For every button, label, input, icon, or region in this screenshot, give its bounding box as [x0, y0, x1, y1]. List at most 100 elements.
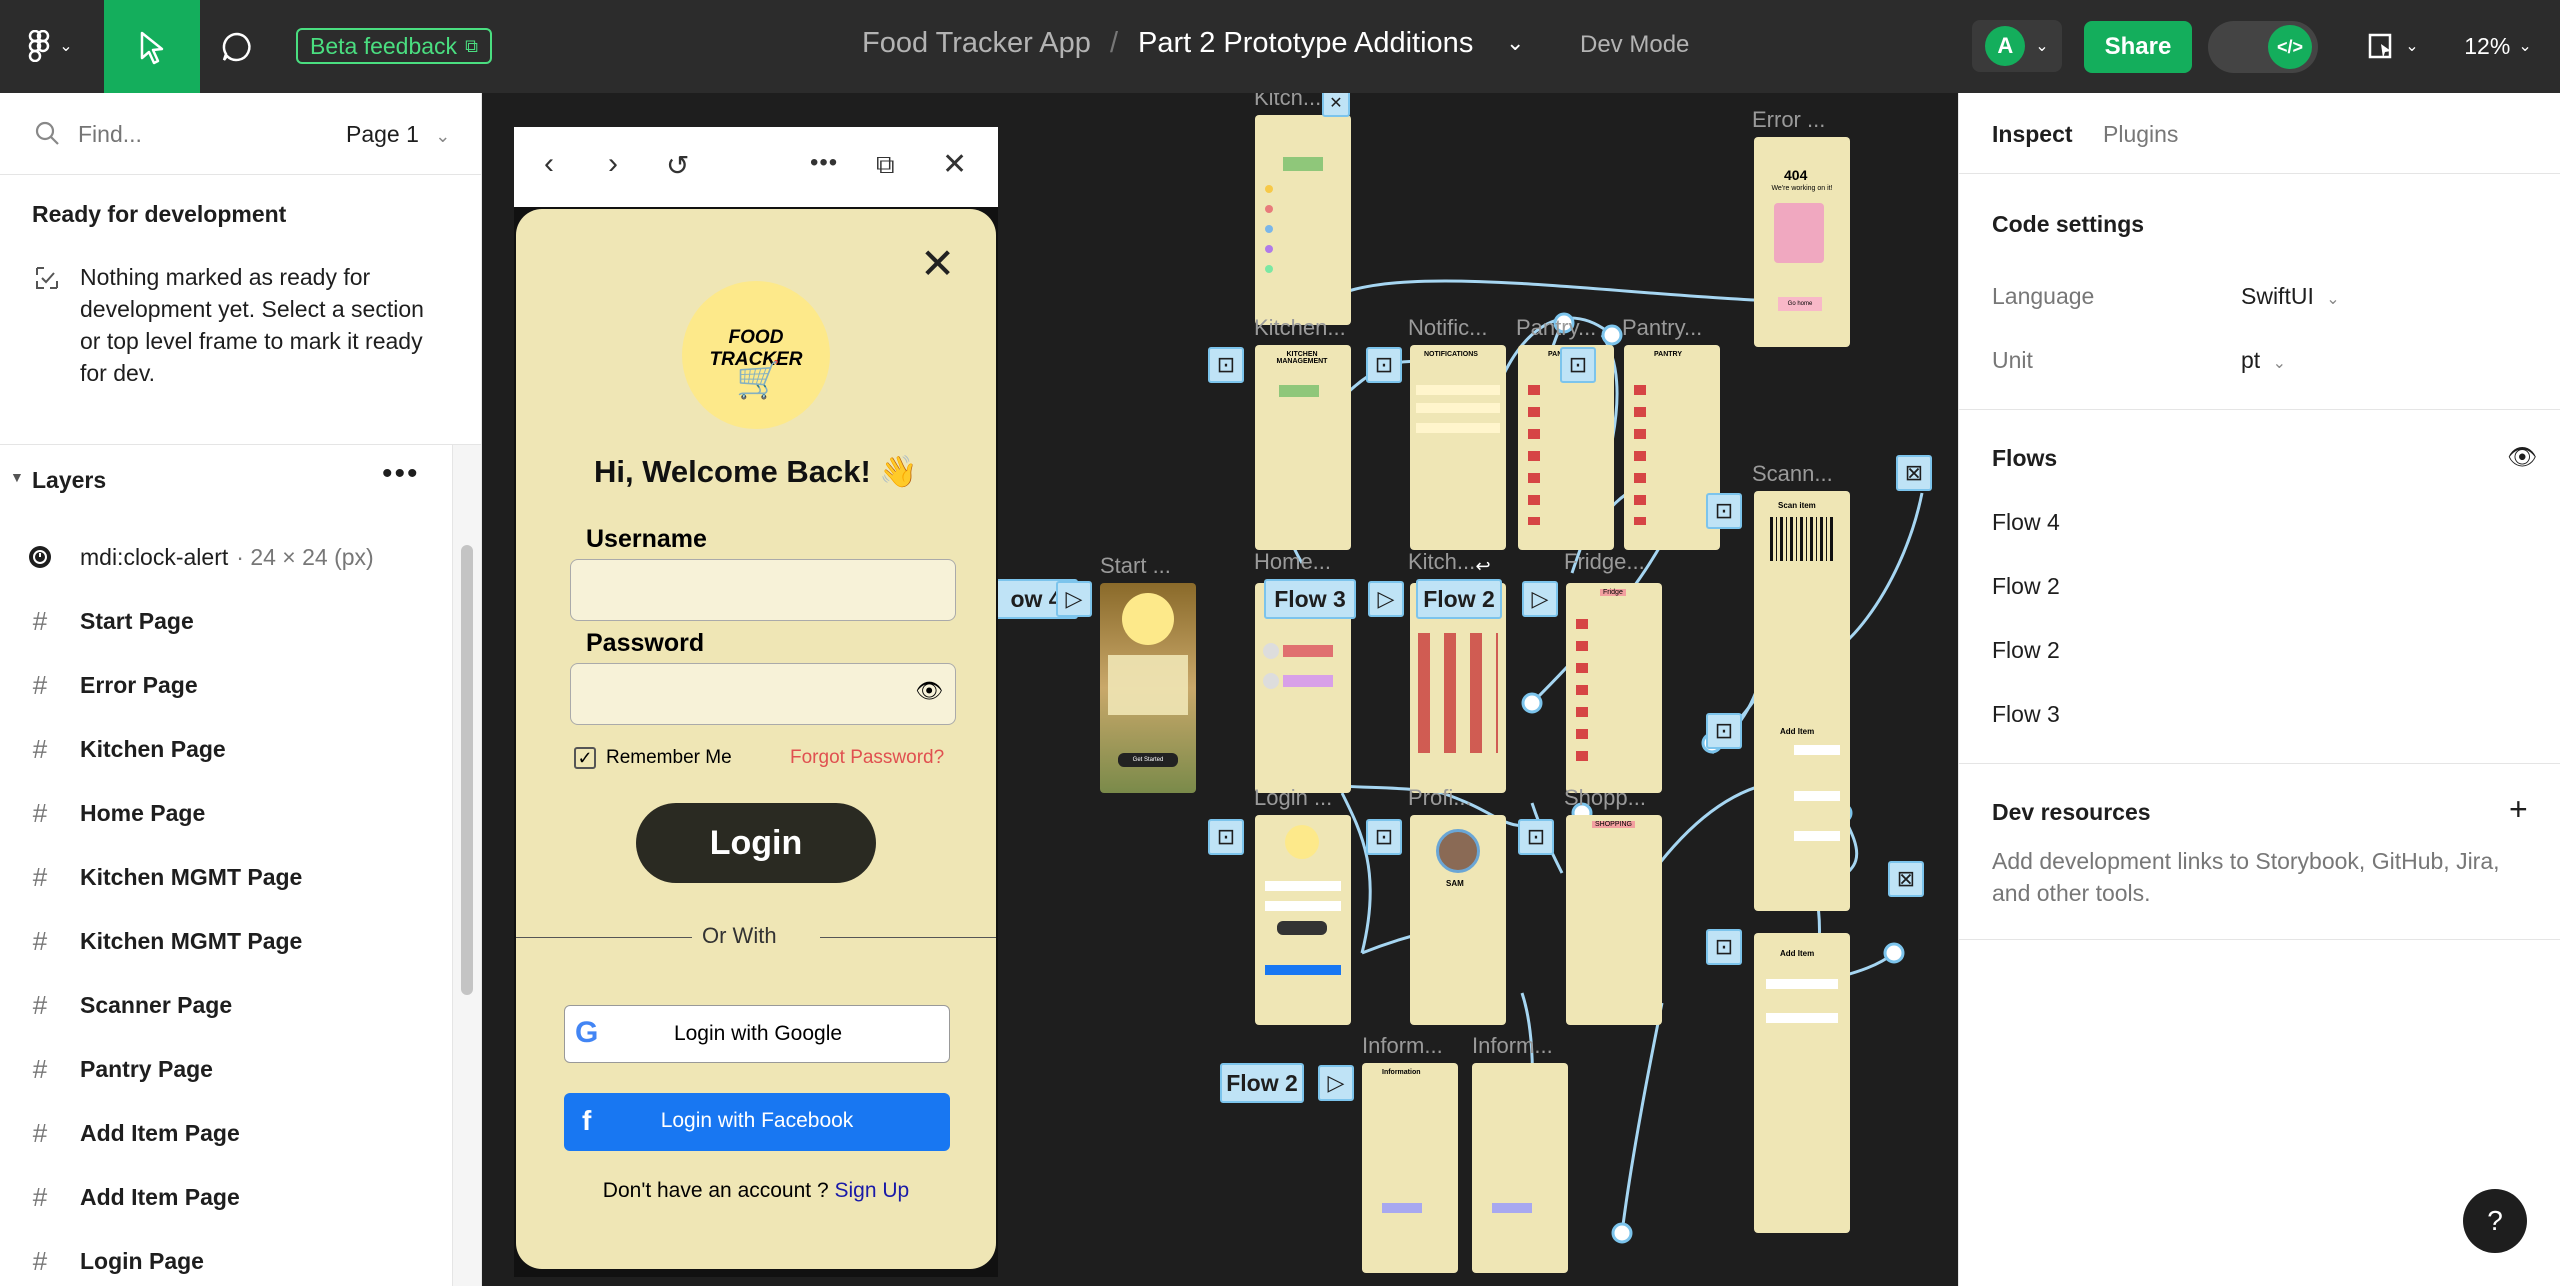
figma-menu-button[interactable]: ⌄ [20, 26, 80, 66]
frame-notifications-page[interactable]: NOTIFICATIONS [1410, 345, 1506, 550]
collapse-caret-icon[interactable]: ▼ [10, 469, 24, 485]
flow-play-icon[interactable]: ▷ [1318, 1065, 1354, 1101]
overlay-link-icon[interactable]: ⊡ [1208, 347, 1244, 383]
present-button[interactable]: ⌄ [2358, 26, 2428, 66]
frame-profile-page[interactable]: SAM [1410, 815, 1506, 1025]
forgot-password-link[interactable]: Forgot Password? [790, 747, 944, 769]
more-options-icon[interactable]: ••• [810, 149, 838, 177]
frame-start-page[interactable]: Get Started [1100, 583, 1196, 793]
unit-select[interactable]: pt ⌄ [2241, 347, 2286, 374]
language-select[interactable]: SwiftUI ⌄ [2241, 283, 2340, 310]
flow-item[interactable]: Flow 2 [1992, 637, 2060, 664]
close-icon[interactable]: ✕ [920, 239, 955, 288]
frame-error-page[interactable]: 404 We're working on it! Go home [1754, 137, 1850, 347]
layer-item[interactable]: # Error Page [0, 653, 450, 717]
layer-item[interactable]: # Kitchen Page [0, 717, 450, 781]
flow-start-badge[interactable]: Flow 2 [1220, 1063, 1304, 1103]
help-button[interactable]: ? [2463, 1189, 2527, 1253]
frame-fridge-page[interactable]: Fridge [1566, 583, 1662, 793]
eye-icon[interactable]: 👁 [915, 678, 943, 704]
layer-item[interactable]: # Kitchen MGMT Page [0, 845, 450, 909]
open-external-icon[interactable]: ⧉ [876, 149, 895, 181]
overlay-link-icon[interactable]: ⊡ [1366, 347, 1402, 383]
layers-scrollbar[interactable] [452, 445, 481, 1286]
move-tool-button[interactable] [104, 0, 200, 93]
frame-add-item-page[interactable]: Add Item [1754, 711, 1850, 911]
frame-kitchen-mgmt-page[interactable]: KITCHEN MANAGEMENT [1255, 345, 1351, 550]
file-name[interactable]: Food Tracker App [862, 27, 1091, 60]
chevron-down-icon: ⌄ [2326, 291, 2340, 308]
layer-item[interactable]: # Scanner Page [0, 973, 450, 1037]
restart-icon[interactable]: ↺ [666, 149, 689, 182]
flow-item[interactable]: Flow 4 [1992, 509, 2060, 536]
zoom-menu[interactable]: 12% ⌄ [2450, 26, 2546, 66]
close-overlay-icon[interactable]: ⊠ [1896, 455, 1932, 491]
layer-item[interactable]: # Kitchen MGMT Page [0, 909, 450, 973]
close-overlay-icon[interactable]: ⊠ [1888, 861, 1924, 897]
comment-tool-button[interactable] [212, 22, 262, 72]
chevron-down-icon: ⌄ [59, 38, 73, 55]
more-options-icon[interactable]: ••• [382, 457, 420, 491]
scrollbar-thumb[interactable] [461, 545, 473, 995]
frame-information-page-2[interactable] [1472, 1063, 1568, 1273]
share-button[interactable]: Share [2084, 21, 2192, 73]
overlay-link-icon[interactable]: ⊡ [1706, 713, 1742, 749]
overlay-link-icon[interactable]: ⊡ [1518, 819, 1554, 855]
close-icon[interactable]: ✕ [942, 147, 967, 182]
frame-shopping-page[interactable]: SHOPPING [1566, 815, 1662, 1025]
close-overlay-icon[interactable]: ✕ [1322, 93, 1350, 117]
back-link-icon[interactable]: ↩ [1468, 551, 1498, 581]
login-google-button[interactable]: G Login with Google [564, 1005, 950, 1063]
dev-mode-toggle[interactable]: </> [2208, 21, 2318, 73]
frame-kitchen-page[interactable] [1255, 115, 1351, 325]
eye-icon[interactable]: 👁 [2507, 443, 2537, 472]
barcode-icon [1770, 517, 1834, 561]
page-selector[interactable]: Page 1 ⌄ [346, 121, 450, 148]
divider [1959, 409, 2560, 410]
forward-arrow-icon[interactable]: › [608, 147, 618, 181]
tab-plugins[interactable]: Plugins [2103, 121, 2178, 148]
layer-name: Kitchen Page [80, 735, 226, 762]
page-name-chevron-icon[interactable]: ⌄ [1506, 30, 1524, 56]
flow-item[interactable]: Flow 3 [1992, 701, 2060, 728]
remember-checkbox[interactable]: ✓ [574, 747, 596, 769]
layer-item[interactable]: # Add Item Page [0, 1165, 450, 1229]
flow-start-badge[interactable]: Flow 2 [1416, 579, 1502, 619]
frame-login-page[interactable] [1255, 815, 1351, 1025]
chevron-down-icon: ⌄ [2272, 355, 2286, 372]
back-arrow-icon[interactable]: ‹ [544, 147, 554, 181]
password-field[interactable]: 👁 [570, 663, 956, 725]
layer-item[interactable]: # Pantry Page [0, 1037, 450, 1101]
overlay-link-icon[interactable]: ⊡ [1366, 819, 1402, 855]
frame-information-page[interactable]: Information [1362, 1063, 1458, 1273]
divider-left [516, 937, 692, 938]
overlay-link-icon[interactable]: ⊡ [1706, 929, 1742, 965]
add-icon[interactable]: + [2509, 791, 2528, 828]
flow-item[interactable]: Flow 2 [1992, 573, 2060, 600]
page-name[interactable]: Part 2 Prototype Additions [1138, 27, 1473, 60]
overlay-link-icon[interactable]: ⊡ [1208, 819, 1244, 855]
flow-play-icon[interactable]: ▷ [1522, 581, 1558, 617]
layer-item[interactable]: # Login Page [0, 1229, 450, 1286]
flows-title: Flows [1992, 445, 2058, 471]
username-field[interactable] [570, 559, 956, 621]
tab-inspect[interactable]: Inspect [1992, 121, 2073, 148]
design-canvas[interactable]: Kitch... ✕ Kitchen... KITCHEN MANAGEMENT… [482, 93, 1958, 1286]
flow-play-icon[interactable]: ▷ [1368, 581, 1404, 617]
layer-item[interactable]: # Home Page [0, 781, 450, 845]
flow-start-badge[interactable]: Flow 3 [1264, 579, 1356, 619]
layer-item[interactable]: # Start Page [0, 589, 450, 653]
layer-item-clock-alert[interactable]: mdi:clock-alert · 24 × 24 (px) [0, 525, 450, 589]
flow-play-icon[interactable]: ▷ [1056, 581, 1092, 617]
user-avatar-button[interactable]: A ⌄ [1972, 20, 2062, 72]
overlay-link-icon[interactable]: ⊡ [1706, 493, 1742, 529]
layer-item[interactable]: # Add Item Page [0, 1101, 450, 1165]
beta-feedback-button[interactable]: Beta feedback ⧉ [296, 28, 492, 64]
sign-up-link[interactable]: Sign Up [834, 1179, 909, 1202]
search-input[interactable] [78, 115, 308, 153]
login-button[interactable]: Login [636, 803, 876, 883]
overlay-link-icon[interactable]: ⊡ [1560, 347, 1596, 383]
frame-add-item-page-2[interactable]: Add Item [1754, 933, 1850, 1233]
login-facebook-button[interactable]: f Login with Facebook [564, 1093, 950, 1151]
app-logo: FOOD TRACKER 🛒 [682, 281, 830, 429]
